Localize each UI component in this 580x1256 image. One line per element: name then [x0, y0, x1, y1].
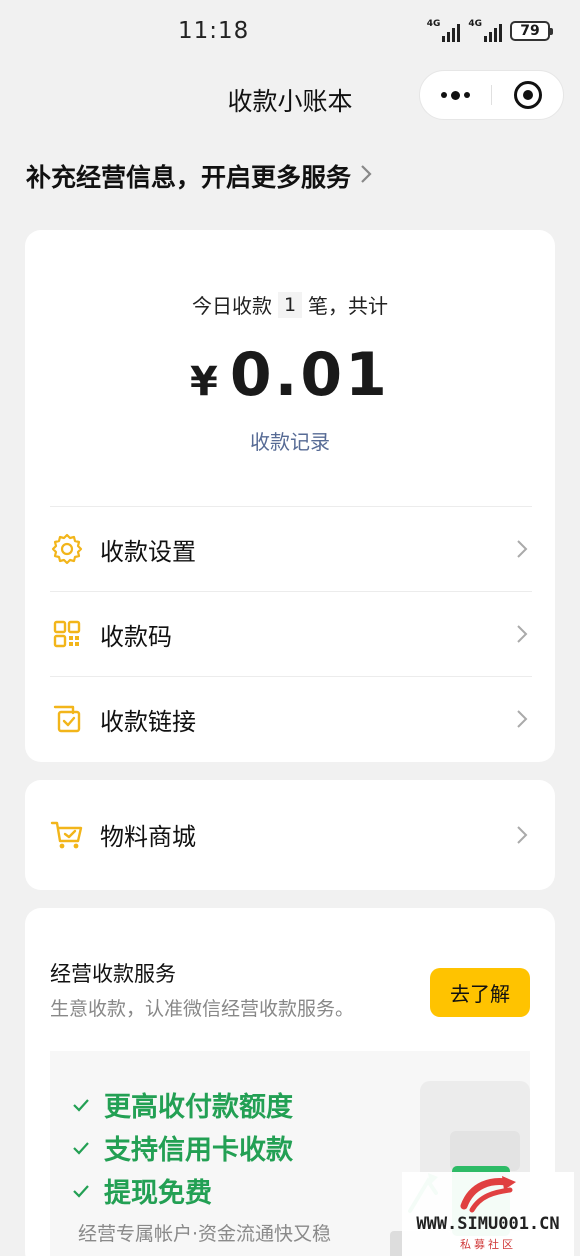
today-count: 1: [277, 291, 303, 318]
site-watermark: WWW.SIMU001.CN 私募社区: [402, 1172, 574, 1256]
close-target-icon: [513, 81, 542, 109]
record-link[interactable]: 收款记录: [25, 426, 555, 455]
menu-label: 物料商城: [100, 823, 196, 851]
benefit-label: 提现免费: [104, 1178, 212, 1209]
nav-bar: 收款小账本: [0, 64, 580, 130]
cart-icon: [50, 818, 84, 852]
watermark-logo-icon: [460, 1176, 516, 1213]
more-button[interactable]: [420, 71, 491, 119]
menu-item-shop[interactable]: 物料商城: [50, 792, 532, 877]
menu-item-settings[interactable]: 收款设置: [50, 506, 532, 591]
today-summary: 今日收款 1 笔，共计: [25, 290, 555, 319]
benefit-label: 支持信用卡收款: [104, 1135, 293, 1166]
chevron-right-icon: [512, 624, 532, 644]
today-prefix: 今日收款: [191, 294, 272, 318]
menu-label: 收款链接: [100, 707, 196, 736]
chevron-right-icon: [359, 163, 373, 189]
check-icon: [73, 1141, 89, 1155]
promo-link[interactable]: 补充经营信息，开启更多服务: [26, 158, 373, 194]
signal-icon: 4G: [427, 20, 461, 42]
link-card-icon: [50, 702, 84, 736]
today-amount: ¥ 0.01: [25, 340, 555, 410]
gear-icon: [50, 532, 84, 566]
summary-card: 今日收款 1 笔，共计 ¥ 0.01 收款记录 收款设置 收款码 收款链接: [25, 230, 555, 762]
menu-item-qrcode[interactable]: 收款码: [50, 591, 532, 676]
service-subtitle: 生意收款，认准微信经营收款服务。: [50, 998, 355, 1020]
benefit-footer: 经营专属帐户·资金流通快又稳: [78, 1223, 332, 1245]
signal-label-2: 4G: [468, 19, 482, 29]
mini-program-capsule: [419, 70, 564, 120]
menu-label: 收款设置: [100, 537, 196, 566]
chevron-right-icon: [512, 709, 532, 729]
today-suffix: 笔，共计: [308, 294, 389, 318]
chevron-right-icon: [512, 825, 532, 845]
signal-label: 4G: [426, 19, 441, 29]
benefit-label: 更高收付款额度: [104, 1092, 293, 1123]
more-dots-icon: [441, 90, 470, 100]
menu-label: 收款码: [100, 622, 172, 651]
amount-value: 0.01: [229, 340, 390, 410]
status-time: 11:18: [178, 18, 250, 44]
signal-icon-2: 4G: [468, 20, 502, 42]
promo-text: 补充经营信息，开启更多服务: [26, 163, 352, 192]
menu-item-link[interactable]: 收款链接: [50, 676, 532, 761]
check-icon: [73, 1184, 89, 1198]
shop-card: 物料商城: [25, 780, 555, 890]
benefit-item: 更高收付款额度: [72, 1085, 293, 1124]
watermark-subtext: 私募社区: [460, 1238, 516, 1251]
benefit-item: 提现免费: [72, 1171, 212, 1210]
service-title: 经营收款服务: [50, 962, 176, 986]
watermark-text: WWW.SIMU001.CN: [416, 1214, 560, 1234]
qr-code-icon: [50, 617, 84, 651]
learn-more-button[interactable]: 去了解: [430, 968, 530, 1017]
check-icon: [73, 1098, 89, 1112]
status-icons: 4G 4G 79: [427, 20, 553, 42]
status-bar: 11:18 4G 4G 79: [0, 0, 580, 64]
currency-symbol: ¥: [190, 359, 218, 405]
battery-icon: 79: [510, 21, 553, 41]
close-button[interactable]: [492, 71, 563, 119]
benefit-item: 支持信用卡收款: [72, 1128, 293, 1167]
chevron-right-icon: [512, 539, 532, 559]
